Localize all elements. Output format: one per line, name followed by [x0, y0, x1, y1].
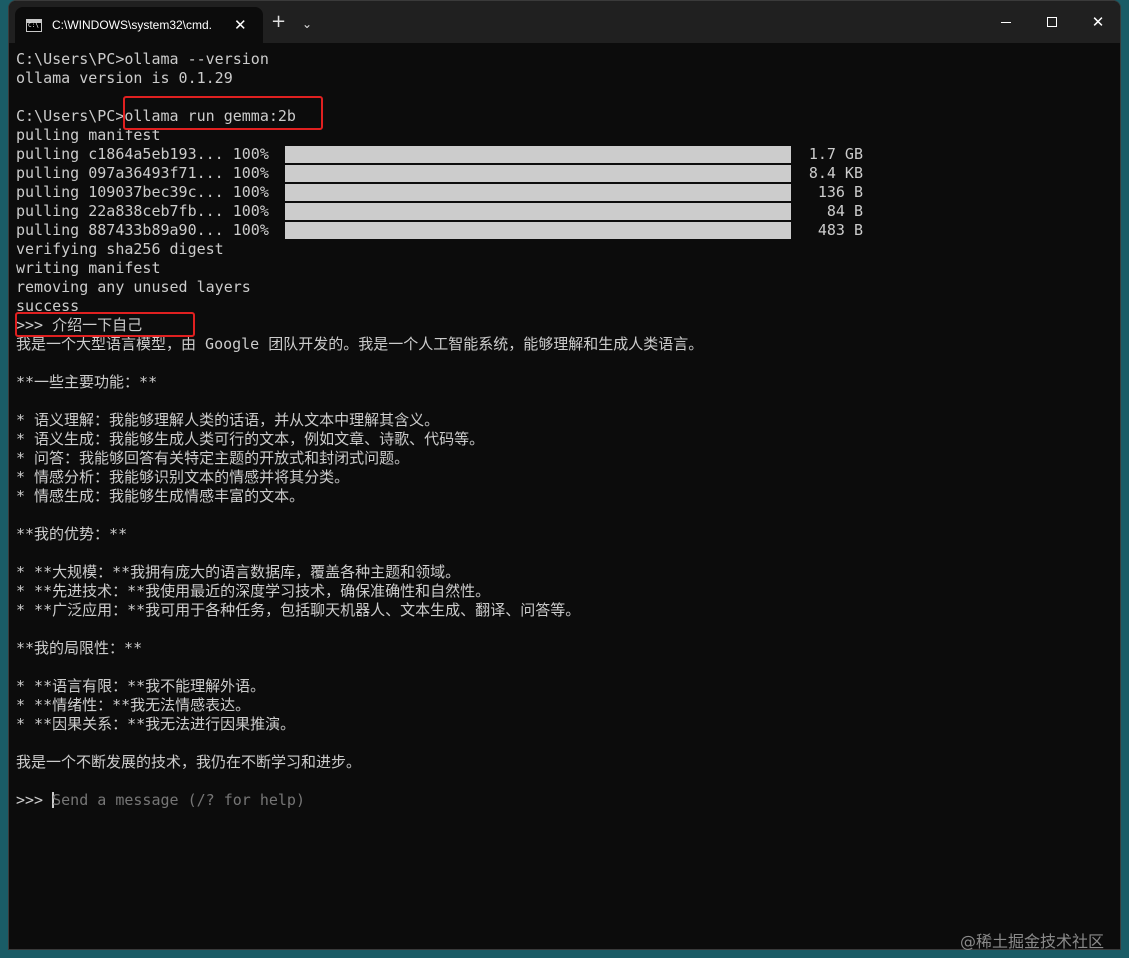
pull-label: pulling c1864a5eb193... 100%	[16, 145, 269, 163]
terminal-line: **一些主要功能：**	[16, 373, 158, 391]
terminal-line: * **因果关系：**我无法进行因果推演。	[16, 715, 296, 733]
cmd-icon	[26, 18, 42, 32]
new-tab-button[interactable]: +	[271, 11, 286, 32]
terminal-line: writing manifest	[16, 259, 161, 277]
terminal-line: ollama version is 0.1.29	[16, 69, 233, 87]
pull-label: pulling 097a36493f71... 100%	[16, 164, 269, 182]
pull-size: 84 B	[826, 202, 863, 220]
terminal-line: * **语言有限：**我不能理解外语。	[16, 677, 266, 695]
progress-bar	[285, 184, 791, 201]
pull-row: pulling c1864a5eb193... 100% 1.7 GB	[16, 145, 1116, 164]
pull-label: pulling 887433b89a90... 100%	[16, 221, 269, 239]
terminal-line: 我是一个大型语言模型，由 Google 团队开发的。我是一个人工智能系统，能够理…	[16, 335, 704, 353]
pull-row: pulling 109037bec39c... 100% 136 B	[16, 183, 1116, 202]
maximize-button[interactable]	[1029, 1, 1075, 43]
pull-size: 1.7 GB	[808, 145, 863, 163]
progress-bar	[285, 165, 791, 182]
prompt-marker: >>>	[16, 791, 53, 809]
terminal-line: C:\Users\PC>ollama --version	[16, 50, 269, 68]
highlight-run-command	[123, 96, 323, 130]
message-input[interactable]: Send a message (/? for help)	[52, 791, 305, 809]
pull-row: pulling 097a36493f71... 100% 8.4 KB	[16, 164, 1116, 183]
progress-bar	[285, 203, 791, 220]
minimize-button[interactable]	[983, 1, 1029, 43]
pull-label: pulling 22a838ceb7fb... 100%	[16, 202, 269, 220]
terminal-line: * **先进技术：**我使用最近的深度学习技术，确保准确性和自然性。	[16, 582, 491, 600]
close-button[interactable]: ✕	[1075, 1, 1120, 43]
pull-rows: pulling c1864a5eb193... 100% 1.7 GB pullin…	[16, 145, 1116, 240]
terminal-line: verifying sha256 digest	[16, 240, 224, 258]
pull-size: 136 B	[817, 183, 863, 201]
terminal-line: * **大规模：**我拥有庞大的语言数据库，覆盖各种主题和领域。	[16, 563, 461, 581]
tab-title: C:\WINDOWS\system32\cmd.	[52, 18, 213, 32]
terminal-line: **我的局限性：**	[16, 639, 143, 657]
maximize-icon	[1047, 17, 1057, 27]
tab-cmd[interactable]: C:\WINDOWS\system32\cmd. ✕	[15, 7, 263, 43]
title-bar: C:\WINDOWS\system32\cmd. ✕ + ⌄ ✕	[9, 1, 1120, 43]
terminal-line: * 情感生成：我能够生成情感丰富的文本。	[16, 487, 305, 505]
minimize-icon	[1001, 21, 1011, 23]
pull-row: pulling 887433b89a90... 100% 483 B	[16, 221, 1116, 240]
input-line[interactable]: >>> Send a message (/? for help)	[16, 791, 1116, 810]
terminal-line: * 情感分析：我能够识别文本的情感并将其分类。	[16, 468, 350, 486]
terminal-line: * **情绪性：**我无法情感表达。	[16, 696, 251, 714]
terminal-line: * 问答：我能够回答有关特定主题的开放式和封闭式问题。	[16, 449, 410, 467]
terminal-line: * **广泛应用：**我可用于各种任务，包括聊天机器人、文本生成、翻译、问答等。	[16, 601, 581, 619]
terminal-output[interactable]: C:\Users\PC>ollama --version ollama versi…	[16, 50, 1116, 810]
pull-size: 8.4 KB	[808, 164, 863, 182]
chevron-down-icon[interactable]: ⌄	[302, 17, 312, 31]
progress-bar	[285, 146, 791, 163]
terminal-window: C:\WINDOWS\system32\cmd. ✕ + ⌄ ✕ C:\User…	[8, 0, 1121, 950]
pull-row: pulling 22a838ceb7fb... 100% 84 B	[16, 202, 1116, 221]
highlight-prompt	[15, 312, 195, 337]
pull-label: pulling 109037bec39c... 100%	[16, 183, 269, 201]
terminal-line: * 语义生成：我能够生成人类可行的文本，例如文章、诗歌、代码等。	[16, 430, 485, 448]
terminal-line: 我是一个不断发展的技术，我仍在不断学习和进步。	[16, 753, 362, 771]
watermark: @稀土掘金技术社区	[960, 932, 1105, 951]
terminal-line: * 语义理解：我能够理解人类的话语，并从文本中理解其含义。	[16, 411, 440, 429]
terminal-line: removing any unused layers	[16, 278, 251, 296]
terminal-line: **我的优势：**	[16, 525, 128, 543]
progress-bar	[285, 222, 791, 239]
close-tab-icon[interactable]: ✕	[234, 16, 247, 34]
pull-size: 483 B	[817, 221, 863, 239]
